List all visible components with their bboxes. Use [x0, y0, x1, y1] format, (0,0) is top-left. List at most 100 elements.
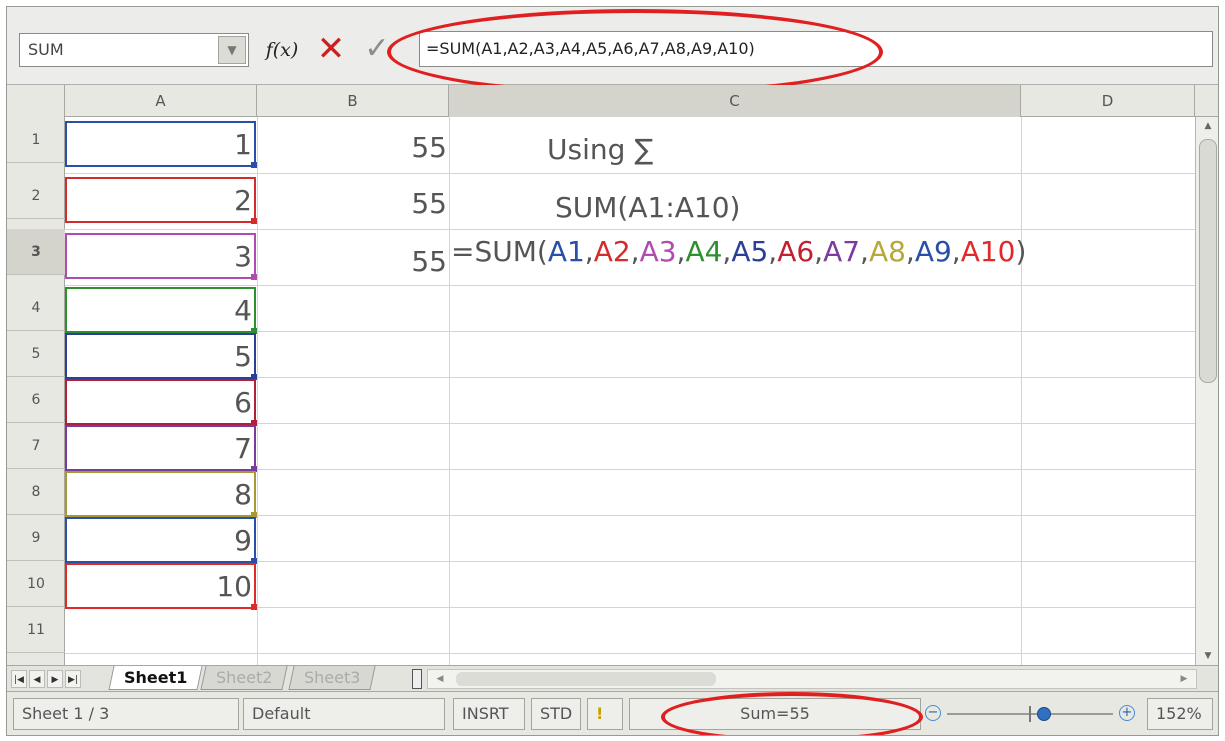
sheet-tab-sheet3[interactable]: Sheet3: [288, 666, 376, 690]
cell-area[interactable]: 1 2 3 4 5 6 7 8 9 10 55 55 55 Using ∑ SU…: [65, 117, 1195, 665]
cell-b3[interactable]: 55: [257, 239, 449, 285]
formula-reference: A6: [777, 235, 815, 268]
scroll-up-arrow-icon[interactable]: ▲: [1196, 117, 1218, 135]
sheet-tab-bar: |◀ ◀ ▶ ▶| Sheet1 Sheet2 Sheet3 ◀ ▶: [7, 665, 1218, 691]
row-header[interactable]: 3: [7, 229, 65, 275]
grid-line: [65, 173, 1195, 174]
formula-separator: ,: [722, 235, 732, 268]
cell-a8[interactable]: 8: [65, 471, 257, 518]
sheet-tab-label: Sheet2: [216, 668, 273, 687]
cell-c3-formula[interactable]: =SUM(A1,A2,A3,A4,A5,A6,A7,A8,A9,A10): [451, 235, 1026, 268]
scroll-left-arrow-icon[interactable]: ◀: [430, 670, 450, 688]
row-header[interactable]: 11: [7, 607, 65, 653]
sheet-tab-sheet1[interactable]: Sheet1: [108, 666, 203, 690]
name-box[interactable]: SUM ▼: [19, 33, 249, 67]
row-header-column: 1 2 3 4 5 6 7 8 9 10 11: [7, 117, 65, 665]
page-style[interactable]: Default: [243, 698, 445, 730]
scroll-right-arrow-icon[interactable]: ▶: [1174, 670, 1194, 688]
row-header[interactable]: 2: [7, 173, 65, 219]
cell-a6[interactable]: 6: [65, 379, 257, 426]
next-sheet-icon[interactable]: ▶: [47, 670, 63, 688]
zoom-out-icon[interactable]: −: [925, 705, 941, 721]
first-sheet-icon[interactable]: |◀: [11, 670, 27, 688]
function-icon: f(x): [265, 39, 299, 61]
row-header[interactable]: 5: [7, 331, 65, 377]
formula-text: =SUM(A1,A2,A3,A4,A5,A6,A7,A8,A9,A10): [426, 39, 755, 58]
scroll-down-arrow-icon[interactable]: ▼: [1196, 647, 1218, 665]
chevron-down-icon[interactable]: ▼: [218, 36, 246, 64]
formula-separator: ,: [630, 235, 640, 268]
grid-line: [65, 229, 1195, 230]
formula-reference: A7: [823, 235, 861, 268]
formula-separator: ,: [814, 235, 824, 268]
cell-value: 7: [234, 432, 252, 465]
grid-line: [449, 117, 450, 665]
row-header[interactable]: 1: [7, 117, 65, 163]
column-header-a[interactable]: A: [65, 85, 257, 117]
tab-scroll-splitter[interactable]: [412, 669, 422, 689]
sheet-position: Sheet 1 / 3: [13, 698, 239, 730]
zoom-100-mark: [1029, 706, 1031, 722]
cell-value: 4: [234, 294, 252, 327]
column-header-row: A B C D: [7, 85, 1218, 117]
vertical-scrollbar[interactable]: ▲ ▼: [1195, 117, 1218, 665]
vertical-scroll-thumb[interactable]: [1199, 139, 1217, 383]
column-header-b[interactable]: B: [257, 85, 449, 117]
cell-value: 5: [234, 340, 252, 373]
cell-a4[interactable]: 4: [65, 287, 257, 334]
cell-c1[interactable]: Using ∑: [547, 133, 1117, 166]
spreadsheet-grid: A B C D 1 2 3 4 5 6 7 8 9 10 11 1 2 3 4 …: [7, 85, 1218, 665]
cell-a1[interactable]: 1: [65, 121, 257, 168]
cell-value: 6: [234, 386, 252, 419]
formula-separator: ,: [584, 235, 594, 268]
fill-handle[interactable]: [251, 604, 257, 610]
accept-button[interactable]: ✓: [357, 29, 397, 69]
row-header[interactable]: 7: [7, 423, 65, 469]
sheet-tab-sheet2[interactable]: Sheet2: [200, 666, 288, 690]
x-mark-icon: ✕: [316, 29, 346, 69]
status-bar: Sheet 1 / 3 Default INSRT STD ! Sum=55 −…: [7, 691, 1218, 735]
cell-a10[interactable]: 10: [65, 563, 257, 610]
formula-reference: A10: [960, 235, 1016, 268]
selection-mode[interactable]: STD: [531, 698, 581, 730]
insert-mode[interactable]: INSRT: [453, 698, 525, 730]
previous-sheet-icon[interactable]: ◀: [29, 670, 45, 688]
select-all-corner[interactable]: [7, 85, 65, 117]
formula-separator: ,: [951, 235, 961, 268]
column-header-d[interactable]: D: [1021, 85, 1195, 117]
last-sheet-icon[interactable]: ▶|: [65, 670, 81, 688]
row-header[interactable]: 9: [7, 515, 65, 561]
formula-reference: A1: [547, 235, 585, 268]
formula-reference: A5: [731, 235, 769, 268]
formula-reference: A8: [868, 235, 906, 268]
formula-input[interactable]: =SUM(A1,A2,A3,A4,A5,A6,A7,A8,A9,A10): [419, 31, 1213, 67]
row-header[interactable]: 8: [7, 469, 65, 515]
formula-reference: A3: [639, 235, 677, 268]
zoom-slider[interactable]: − +: [923, 702, 1143, 726]
column-header-c[interactable]: C: [449, 85, 1021, 117]
cell-a7[interactable]: 7: [65, 425, 257, 472]
grid-line: [65, 653, 1195, 654]
cell-b1[interactable]: 55: [257, 125, 449, 171]
modified-indicator-icon[interactable]: !: [587, 698, 623, 730]
formula-separator: ,: [860, 235, 869, 268]
horizontal-scroll-thumb[interactable]: [456, 672, 716, 686]
cell-a3[interactable]: 3: [65, 233, 257, 280]
function-wizard-button[interactable]: f(x): [263, 33, 301, 67]
cell-c2[interactable]: SUM(A1:A10): [555, 191, 1125, 224]
row-header[interactable]: 6: [7, 377, 65, 423]
horizontal-scrollbar[interactable]: ◀ ▶: [427, 669, 1197, 689]
zoom-thumb[interactable]: [1037, 707, 1051, 721]
cell-value: 3: [234, 240, 252, 273]
zoom-level[interactable]: 152%: [1147, 698, 1213, 730]
cell-a2[interactable]: 2: [65, 177, 257, 224]
row-header[interactable]: 10: [7, 561, 65, 607]
zoom-in-icon[interactable]: +: [1119, 705, 1135, 721]
row-header[interactable]: 4: [7, 285, 65, 331]
cell-a5[interactable]: 5: [65, 333, 257, 380]
cell-a9[interactable]: 9: [65, 517, 257, 564]
formula-reference: A2: [593, 235, 631, 268]
cell-b2[interactable]: 55: [257, 181, 449, 227]
cancel-button[interactable]: ✕: [311, 29, 351, 69]
formula-reference: A9: [914, 235, 952, 268]
